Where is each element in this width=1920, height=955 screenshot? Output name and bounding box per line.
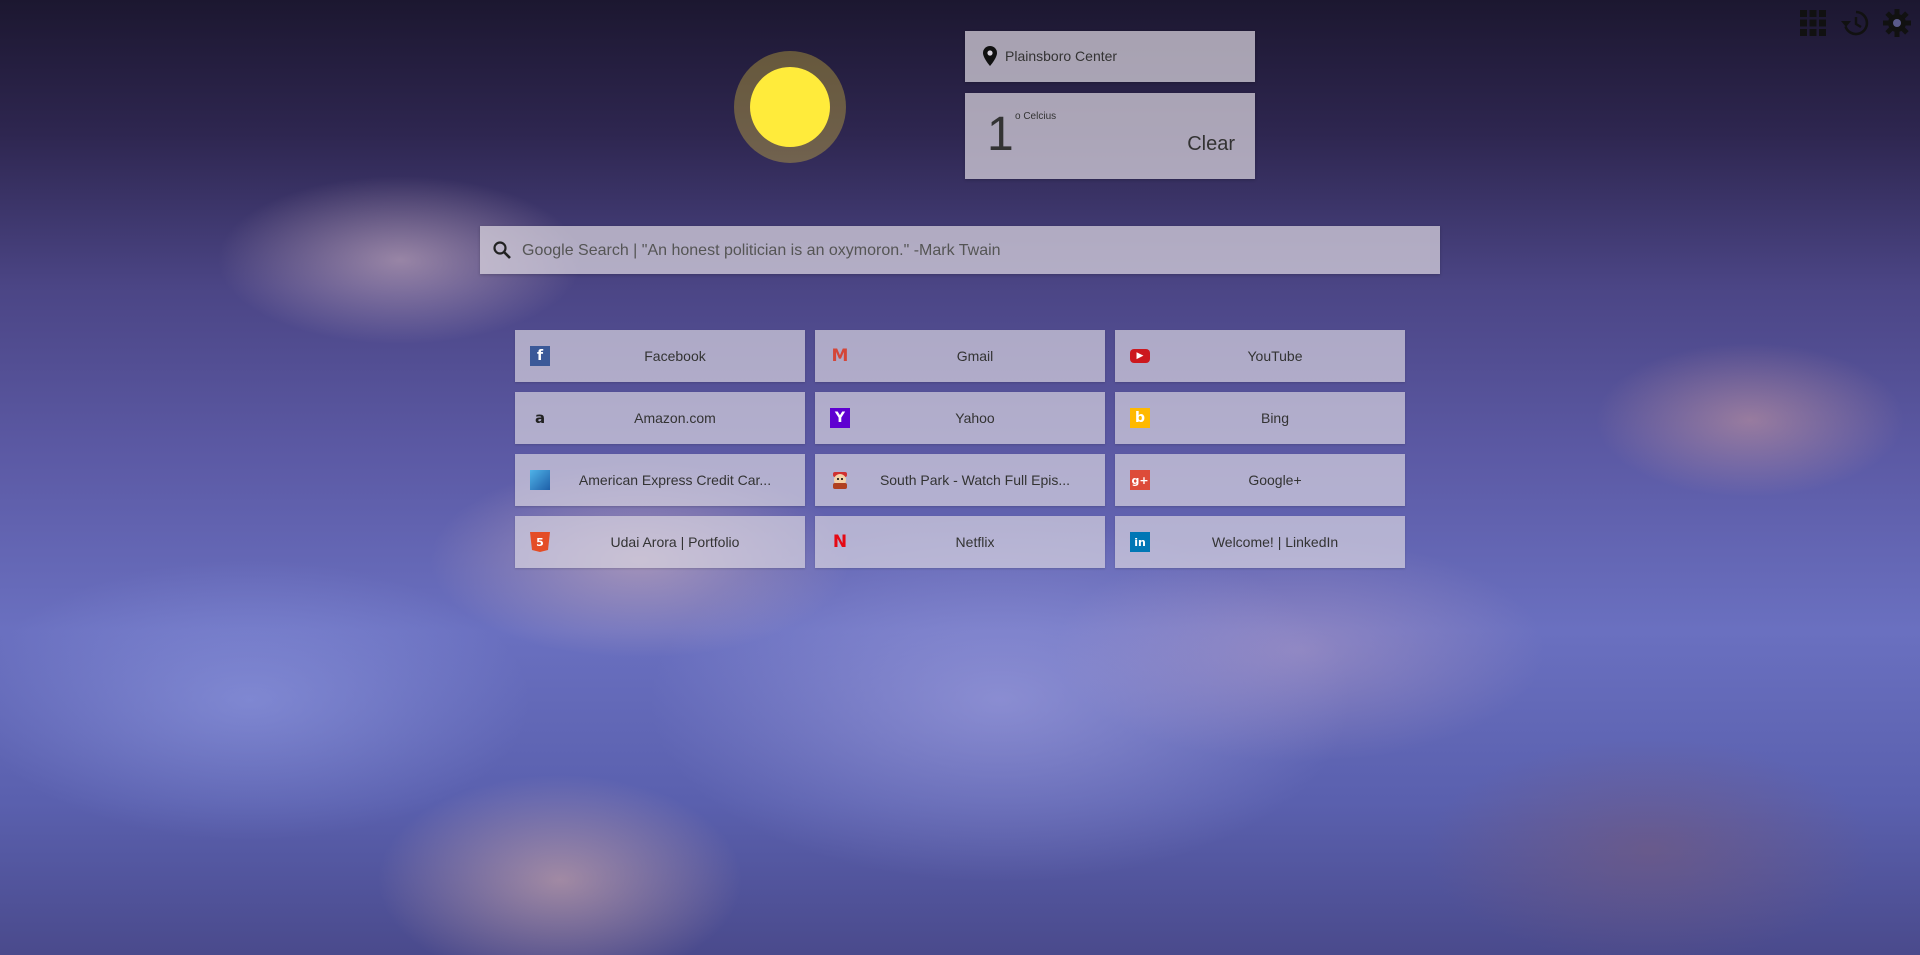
apps-grid-icon[interactable] xyxy=(1798,8,1828,38)
sun-disc xyxy=(750,67,830,147)
google-plus-icon: g+ xyxy=(1130,470,1150,490)
bing-icon: b xyxy=(1130,408,1150,428)
speed-dial-grid: f Facebook M Gmail ▶ YouTube a Amazon.co… xyxy=(515,330,1405,568)
tile-label: YouTube xyxy=(1247,348,1303,364)
clear-button[interactable]: Clear xyxy=(1187,133,1235,156)
settings-gear-icon[interactable] xyxy=(1882,8,1912,38)
temperature-panel: 1 o Celcius Clear xyxy=(965,93,1255,179)
temperature-value: 1 xyxy=(987,108,1014,161)
youtube-icon: ▶ xyxy=(1130,349,1150,363)
location-name: Plainsboro Center xyxy=(1005,48,1118,64)
tile-label: Netflix xyxy=(955,534,995,550)
html5-icon: 5 xyxy=(530,532,550,552)
tile-google-plus[interactable]: g+ Google+ xyxy=(1115,454,1405,506)
tile-facebook[interactable]: f Facebook xyxy=(515,330,805,382)
tile-label: Yahoo xyxy=(955,410,995,426)
tile-south-park[interactable]: South Park - Watch Full Epis... xyxy=(815,454,1105,506)
facebook-icon: f xyxy=(530,346,550,366)
temperature-unit: o Celcius xyxy=(1015,111,1057,122)
south-park-icon xyxy=(830,470,850,490)
tile-label: Bing xyxy=(1260,410,1290,426)
tile-label: Welcome! | LinkedIn xyxy=(1211,534,1339,550)
search-icon xyxy=(492,240,512,260)
tile-amazon[interactable]: a Amazon.com xyxy=(515,392,805,444)
tile-label: Udai Arora | Portfolio xyxy=(610,534,740,550)
tile-bing[interactable]: b Bing xyxy=(1115,392,1405,444)
tile-linkedin[interactable]: in Welcome! | LinkedIn xyxy=(1115,516,1405,568)
location-pin-icon xyxy=(981,45,999,67)
top-toolbar xyxy=(1798,8,1912,38)
tile-youtube[interactable]: ▶ YouTube xyxy=(1115,330,1405,382)
tile-label: American Express Credit Car... xyxy=(578,472,772,488)
tile-label: Google+ xyxy=(1248,472,1302,488)
yahoo-icon: Y xyxy=(830,408,850,428)
linkedin-icon: in xyxy=(1130,532,1150,552)
location-panel[interactable]: Plainsboro Center xyxy=(965,31,1255,82)
tile-label: South Park - Watch Full Epis... xyxy=(879,472,1071,488)
gmail-icon: M xyxy=(831,346,849,366)
tile-gmail[interactable]: M Gmail xyxy=(815,330,1105,382)
search-input[interactable] xyxy=(520,226,1424,276)
history-icon[interactable] xyxy=(1840,8,1870,38)
tile-american-express[interactable]: American Express Credit Car... xyxy=(515,454,805,506)
search-bar xyxy=(480,226,1440,276)
tile-label: Amazon.com xyxy=(634,410,716,426)
weather-sun-icon xyxy=(734,51,846,163)
tile-yahoo[interactable]: Y Yahoo xyxy=(815,392,1105,444)
tile-label: Gmail xyxy=(956,348,994,364)
tile-netflix[interactable]: N Netflix xyxy=(815,516,1105,568)
amex-icon xyxy=(530,470,550,490)
amazon-icon: a xyxy=(534,409,546,427)
tile-label: Facebook xyxy=(644,348,706,364)
tile-portfolio[interactable]: 5 Udai Arora | Portfolio xyxy=(515,516,805,568)
netflix-icon: N xyxy=(832,532,848,552)
